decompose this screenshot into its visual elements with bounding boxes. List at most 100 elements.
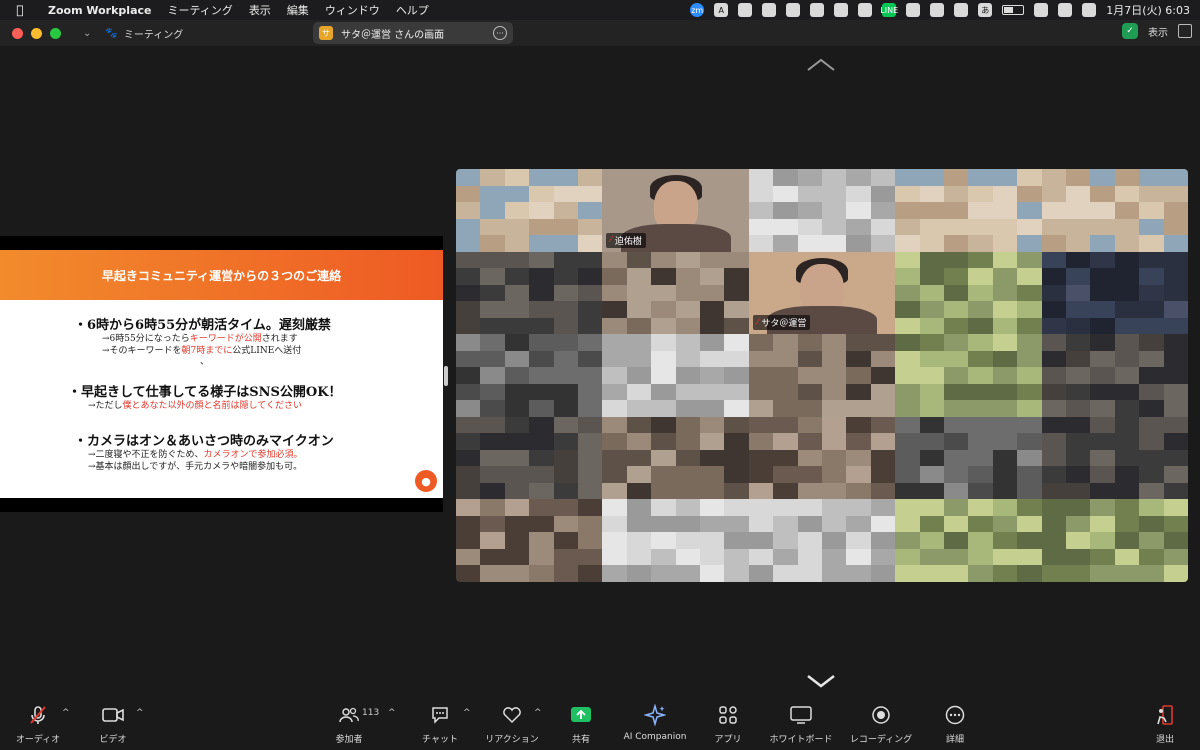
control-center-icon[interactable] [1058, 3, 1073, 17]
participant-tile-blurred[interactable] [456, 169, 603, 252]
more-icon [945, 705, 965, 725]
slide-content: 早起きコミュニティ運営からの３つのご連絡 ・6時から6時55分が朝活タイム。遅刻… [0, 250, 443, 498]
cloud-tray-icon[interactable] [738, 3, 753, 17]
share-button[interactable]: 共有 [568, 696, 594, 750]
more-options-icon[interactable]: ··· [493, 26, 507, 40]
pixelated-video [895, 169, 1042, 252]
participant-tile-blurred[interactable] [748, 499, 896, 582]
menu-app-name[interactable]: Zoom Workplace [40, 4, 159, 17]
participant-tile-blurred[interactable] [602, 416, 749, 500]
slide-bullet-1-sub-1: →6時55分になったらキーワードが公開されます [102, 334, 298, 344]
participant-tile-blurred[interactable] [895, 334, 1042, 417]
view-button[interactable]: 表示 [1148, 24, 1168, 39]
hat-tray-icon[interactable] [810, 3, 825, 17]
chevron-down-icon[interactable]: ⌄ [83, 28, 91, 39]
bluetooth-icon[interactable] [930, 3, 945, 17]
chevron-up-icon[interactable] [806, 58, 836, 72]
chat-icon [432, 707, 448, 724]
menu-edit[interactable]: 編集 [279, 2, 317, 18]
menu-window[interactable]: ウィンドウ [317, 2, 388, 18]
reaction-button[interactable]: リアクション [484, 696, 540, 750]
participant-tile-blurred[interactable] [456, 251, 603, 335]
participant-tile-blurred[interactable] [748, 416, 896, 500]
pixelated-video [456, 499, 603, 582]
clipboard-tray-icon[interactable] [762, 3, 777, 17]
leave-button[interactable]: 退出 [1152, 696, 1178, 750]
apps-button[interactable]: アプリ [712, 696, 744, 750]
window-controls [0, 27, 61, 39]
zoom-window-button[interactable] [50, 27, 61, 39]
split-view-handle[interactable] [444, 366, 448, 386]
video-button[interactable]: ビデオ [96, 696, 130, 750]
input-method-icon[interactable]: あ [978, 3, 993, 17]
participant-tile-blurred[interactable] [1041, 499, 1188, 582]
pixelated-video [602, 251, 749, 335]
participant-tile-blurred[interactable] [602, 334, 749, 417]
audio-options-caret[interactable]: ^ [62, 708, 70, 718]
security-shield-icon[interactable]: ✓ [1122, 23, 1138, 39]
ai-companion-button[interactable]: AI Companion [620, 696, 690, 750]
minimize-window-button[interactable] [31, 27, 42, 39]
participant-tile-blurred[interactable] [1041, 416, 1188, 500]
chat-button[interactable]: チャット [420, 696, 460, 750]
video-options-caret[interactable]: ^ [136, 708, 144, 718]
audio-button[interactable]: オーディオ [14, 696, 62, 750]
recording-button[interactable]: レコーディング [846, 696, 916, 750]
participant-tile-blurred[interactable] [602, 499, 749, 582]
participant-tile-blurred[interactable] [1041, 334, 1188, 417]
menu-meeting[interactable]: ミーティング [159, 2, 240, 18]
whiteboard-button[interactable]: ホワイトボード [766, 696, 836, 750]
pixelated-video [1041, 251, 1188, 335]
battery-icon[interactable] [1002, 5, 1025, 15]
participant-tile-blurred[interactable] [602, 251, 749, 335]
more-button[interactable]: 詳細 [940, 696, 970, 750]
screen-tray-icon[interactable] [786, 3, 801, 17]
close-window-button[interactable] [12, 27, 23, 39]
pixelated-video [895, 251, 1042, 335]
menu-help[interactable]: ヘルプ [388, 2, 437, 18]
wifi-icon[interactable] [1034, 3, 1049, 17]
leave-label: 退出 [1155, 735, 1174, 745]
participant-tile-blurred[interactable] [456, 416, 603, 500]
participants-button[interactable]: 参加者 [332, 696, 366, 750]
participant-tile-blurred[interactable] [895, 169, 1042, 252]
line-tray-icon[interactable]: LINE [880, 3, 898, 17]
sync-tray-icon[interactable] [834, 3, 849, 17]
participant-video-tile[interactable]: ⁄ サタ＠運営 [748, 251, 896, 335]
participant-tile-blurred[interactable] [456, 334, 603, 417]
participant-tile-blurred[interactable] [1041, 251, 1188, 335]
notes-tray-icon[interactable] [906, 3, 921, 17]
app-a-tray-icon[interactable]: A [714, 3, 729, 17]
participant-tile-blurred[interactable] [456, 499, 603, 582]
participant-tile-blurred[interactable] [748, 169, 896, 252]
pixelated-video [1041, 334, 1188, 417]
gear-tray-icon[interactable] [858, 3, 873, 17]
screen-share-pill[interactable]: サ サタ＠運営 さんの画面 ··· [313, 22, 513, 44]
menubar-clock[interactable]: 1月7日(火) 6:03 [1106, 2, 1190, 18]
participant-tile-blurred[interactable] [895, 499, 1042, 582]
volume-icon[interactable] [954, 3, 969, 17]
chat-options-caret[interactable]: ^ [463, 708, 471, 718]
pixelated-video [748, 169, 896, 252]
meeting-toolbar: オーディオ ^ ビデオ ^ 参加者 113 ^ チャット ^ リアクション ^ … [0, 696, 1200, 750]
siri-icon[interactable] [1082, 3, 1097, 17]
meeting-info[interactable]: 🐾 ミーティング [105, 26, 183, 41]
gallery-view-icon[interactable] [1178, 24, 1192, 38]
zoom-tray-icon[interactable]: zm [690, 3, 705, 17]
reaction-options-caret[interactable]: ^ [534, 708, 542, 718]
ai-companion-label: AI Companion [623, 732, 687, 742]
participant-gallery: ⁄ 迫佑樹 ⁄ サタ＠運営 [456, 169, 1188, 582]
pixelated-video [456, 251, 603, 335]
participant-video-tile[interactable]: ⁄ 迫佑樹 [602, 169, 749, 252]
slide-mark: 、 [200, 357, 210, 367]
apple-icon[interactable]:  [0, 3, 40, 17]
menu-view[interactable]: 表示 [241, 2, 279, 18]
participant-tile-blurred[interactable] [895, 251, 1042, 335]
participant-tile-blurred[interactable] [748, 334, 896, 417]
participant-tile-blurred[interactable] [895, 416, 1042, 500]
participants-options-caret[interactable]: ^ [388, 708, 396, 718]
pixelated-video [1041, 499, 1188, 582]
participant-tile-blurred[interactable] [1041, 169, 1188, 252]
share-title: サタ＠運営 さんの画面 [341, 29, 445, 41]
chevron-down-large-icon[interactable] [806, 674, 836, 688]
